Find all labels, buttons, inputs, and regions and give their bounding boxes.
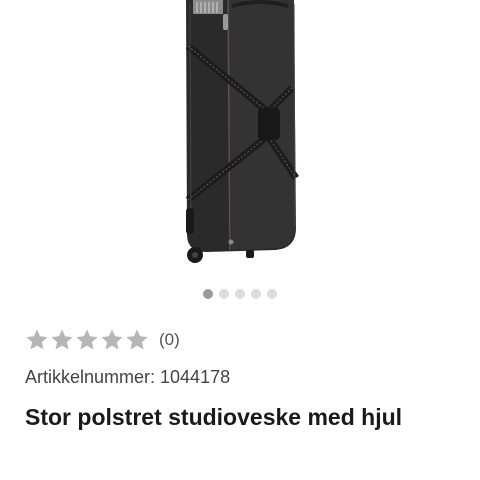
product-image[interactable] [0, 0, 480, 272]
star-icon [76, 329, 98, 350]
rating-stars [25, 328, 149, 352]
product-rating[interactable]: (0) [25, 327, 180, 353]
pagination-dot-1[interactable] [203, 289, 213, 299]
article-number: Artikkelnummer: 1044178 [25, 367, 231, 387]
product-image-gallery[interactable] [0, 0, 480, 272]
pagination-dot-4[interactable] [251, 289, 261, 299]
star-icon [26, 329, 48, 350]
pagination-dot-2[interactable] [219, 289, 229, 299]
review-count[interactable]: (0) [159, 330, 180, 350]
pagination-dot-5[interactable] [267, 289, 277, 299]
star-icon [51, 329, 73, 350]
star-icon [101, 329, 123, 350]
pagination-dot-3[interactable] [235, 289, 245, 299]
star-icon [126, 329, 148, 350]
image-pagination [0, 289, 480, 299]
product-title: Stor polstret studioveske med hjul [25, 404, 403, 430]
